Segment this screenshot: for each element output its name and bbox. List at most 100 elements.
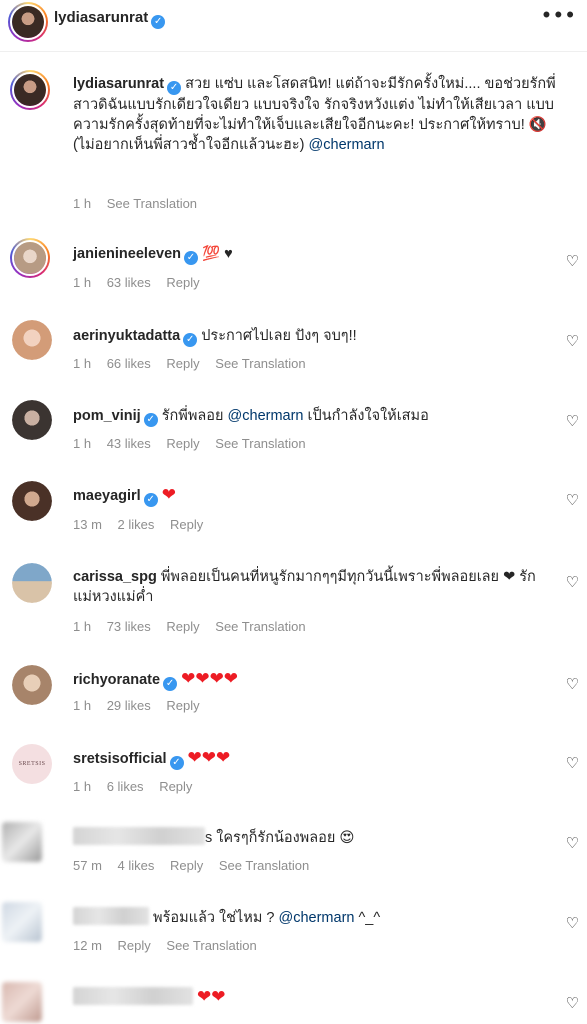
avatar[interactable] <box>2 822 42 862</box>
reply-button[interactable]: Reply <box>166 356 199 371</box>
reply-button[interactable]: Reply <box>170 517 203 532</box>
comment-body-end: เป็นกำลังใจให้เสมอ <box>307 408 429 424</box>
verified-badge-icon: ✓ <box>143 413 158 427</box>
reply-button[interactable]: Reply <box>166 436 199 451</box>
header-username[interactable]: lydiasarunrat ✓ <box>54 9 166 29</box>
see-translation-link[interactable]: See Translation <box>219 858 309 873</box>
redacted-username <box>73 987 193 1005</box>
verified-badge-icon: ✓ <box>167 81 182 95</box>
comment-meta: 1 h 73 likes Reply See Translation <box>73 619 318 634</box>
heart-outline-icon[interactable]: ♡ <box>566 994 579 1012</box>
comment-mention[interactable]: @chermarn <box>279 910 355 926</box>
heart-outline-icon[interactable]: ♡ <box>566 834 579 852</box>
comment-text: janienineeleven ✓ 💯 ♥ <box>73 244 547 265</box>
reply-button[interactable]: Reply <box>166 698 199 713</box>
comment-text: s ใครๆก็รักน้องพลอย 😍 <box>73 827 547 848</box>
verified-badge-icon: ✓ <box>151 15 166 29</box>
avatar[interactable] <box>2 902 42 942</box>
avatar[interactable] <box>10 238 50 278</box>
comment-likes[interactable]: 66 likes <box>107 356 151 371</box>
reply-button[interactable]: Reply <box>159 779 192 794</box>
comment-likes[interactable]: 2 likes <box>118 517 155 532</box>
avatar[interactable] <box>12 665 52 705</box>
comment-time: 1 h <box>73 779 92 794</box>
comment-username[interactable]: pom_vinij <box>73 408 141 424</box>
heart-outline-icon[interactable]: ♡ <box>566 573 579 591</box>
comment-likes[interactable]: 73 likes <box>107 619 151 634</box>
comment-body: ❤❤❤❤ <box>181 669 239 688</box>
verified-badge-icon: ✓ <box>169 756 184 770</box>
heart-outline-icon[interactable]: ♡ <box>566 412 579 430</box>
comment-text: ❤❤ <box>73 987 547 1008</box>
heart-outline-icon[interactable]: ♡ <box>566 252 579 270</box>
verified-badge-icon: ✓ <box>183 333 198 347</box>
comment-time: 1 h <box>73 619 92 634</box>
comment-username[interactable]: sretsisofficial <box>73 751 167 767</box>
comment-meta: 13 m 2 likes Reply <box>73 517 215 532</box>
avatar[interactable] <box>12 563 52 603</box>
see-translation-link[interactable]: See Translation <box>166 938 256 953</box>
caption-text: lydiasarunrat ✓ สวย แซ่บ และโสดสนิท! แต่ถ… <box>73 74 567 155</box>
comment-likes[interactable]: 43 likes <box>107 436 151 451</box>
avatar[interactable] <box>8 2 48 42</box>
avatar[interactable] <box>12 481 52 521</box>
comment-likes[interactable]: 4 likes <box>118 858 155 873</box>
comment-username[interactable]: aerinyuktadatta <box>73 328 180 344</box>
avatar-text: SRETSIS <box>18 761 46 767</box>
comment-text: aerinyuktadatta ✓ ประกาศไปเลย ปังๆ จบๆ!! <box>73 326 547 347</box>
comment-meta: 1 h 63 likes Reply <box>73 275 212 290</box>
comment-likes[interactable]: 29 likes <box>107 698 151 713</box>
reply-button[interactable]: Reply <box>166 619 199 634</box>
avatar[interactable] <box>2 982 42 1022</box>
comment-body: s ใครๆก็รักน้องพลอย 😍 <box>205 830 355 846</box>
see-translation-link[interactable]: See Translation <box>215 619 305 634</box>
post-header: lydiasarunrat ✓ • • • <box>0 0 587 52</box>
comment-username[interactable]: richyoranate <box>73 672 160 688</box>
comment-body-end: ^_^ <box>358 910 381 926</box>
avatar[interactable] <box>12 400 52 440</box>
see-translation-link[interactable]: See Translation <box>215 436 305 451</box>
comment-time: 13 m <box>73 517 102 532</box>
comment-meta: 1 h 6 likes Reply <box>73 779 204 794</box>
comment-time: 1 h <box>73 196 92 211</box>
see-translation-link[interactable]: See Translation <box>107 196 197 211</box>
avatar[interactable] <box>12 320 52 360</box>
comment-text: sretsisofficial ✓ ❤❤❤ <box>73 748 547 770</box>
heart-outline-icon[interactable]: ♡ <box>566 754 579 772</box>
comment-body: รักพี่พลอย <box>161 408 224 424</box>
verified-badge-icon: ✓ <box>184 251 198 265</box>
comment-text: พร้อมแล้ว ใช่ไหม ? @chermarn ^_^ <box>73 907 547 928</box>
comment-time: 1 h <box>73 698 92 713</box>
more-horizontal-icon[interactable]: • • • <box>543 4 574 26</box>
comment-body: ❤❤❤ <box>187 748 231 767</box>
comment-likes[interactable]: 63 likes <box>107 275 151 290</box>
reply-button[interactable]: Reply <box>166 275 199 290</box>
reply-button[interactable]: Reply <box>170 858 203 873</box>
redacted-username <box>73 907 149 925</box>
heart-outline-icon[interactable]: ♡ <box>566 491 579 509</box>
comment-text: carissa_spg พี่พลอยเป็นคนที่หนูรักมากๆๆม… <box>73 567 547 607</box>
comment-text: richyoranate ✓ ❤❤❤❤ <box>73 669 547 691</box>
comment-mention[interactable]: @chermarn <box>228 408 304 424</box>
comment-time: 12 m <box>73 938 102 953</box>
see-translation-link[interactable]: See Translation <box>215 356 305 371</box>
comment-time: 1 h <box>73 436 92 451</box>
comment-likes[interactable]: 6 likes <box>107 779 144 794</box>
comment-time: 57 m <box>73 858 102 873</box>
comment-text: pom_vinij ✓ รักพี่พลอย @chermarn เป็นกำลั… <box>73 406 547 427</box>
avatar[interactable]: SRETSIS <box>12 744 52 784</box>
caption-meta: 1 h See Translation <box>73 196 209 211</box>
caption-mention[interactable]: @chermarn <box>309 137 385 153</box>
comment-username[interactable]: janienineeleven <box>73 246 181 262</box>
reply-button[interactable]: Reply <box>118 938 151 953</box>
avatar[interactable] <box>10 70 50 110</box>
comment-username[interactable]: maeyagirl <box>73 488 141 504</box>
heart-outline-icon[interactable]: ♡ <box>566 914 579 932</box>
caption-username[interactable]: lydiasarunrat <box>73 76 164 92</box>
heart-outline-icon[interactable]: ♡ <box>566 332 579 350</box>
heart-outline-icon[interactable]: ♡ <box>566 675 579 693</box>
comment-body: ❤ <box>161 485 176 504</box>
comment-body: พร้อมแล้ว ใช่ไหม ? <box>153 910 275 926</box>
comment-username[interactable]: carissa_spg <box>73 569 157 585</box>
comment-body: 💯 ♥ <box>202 246 233 262</box>
